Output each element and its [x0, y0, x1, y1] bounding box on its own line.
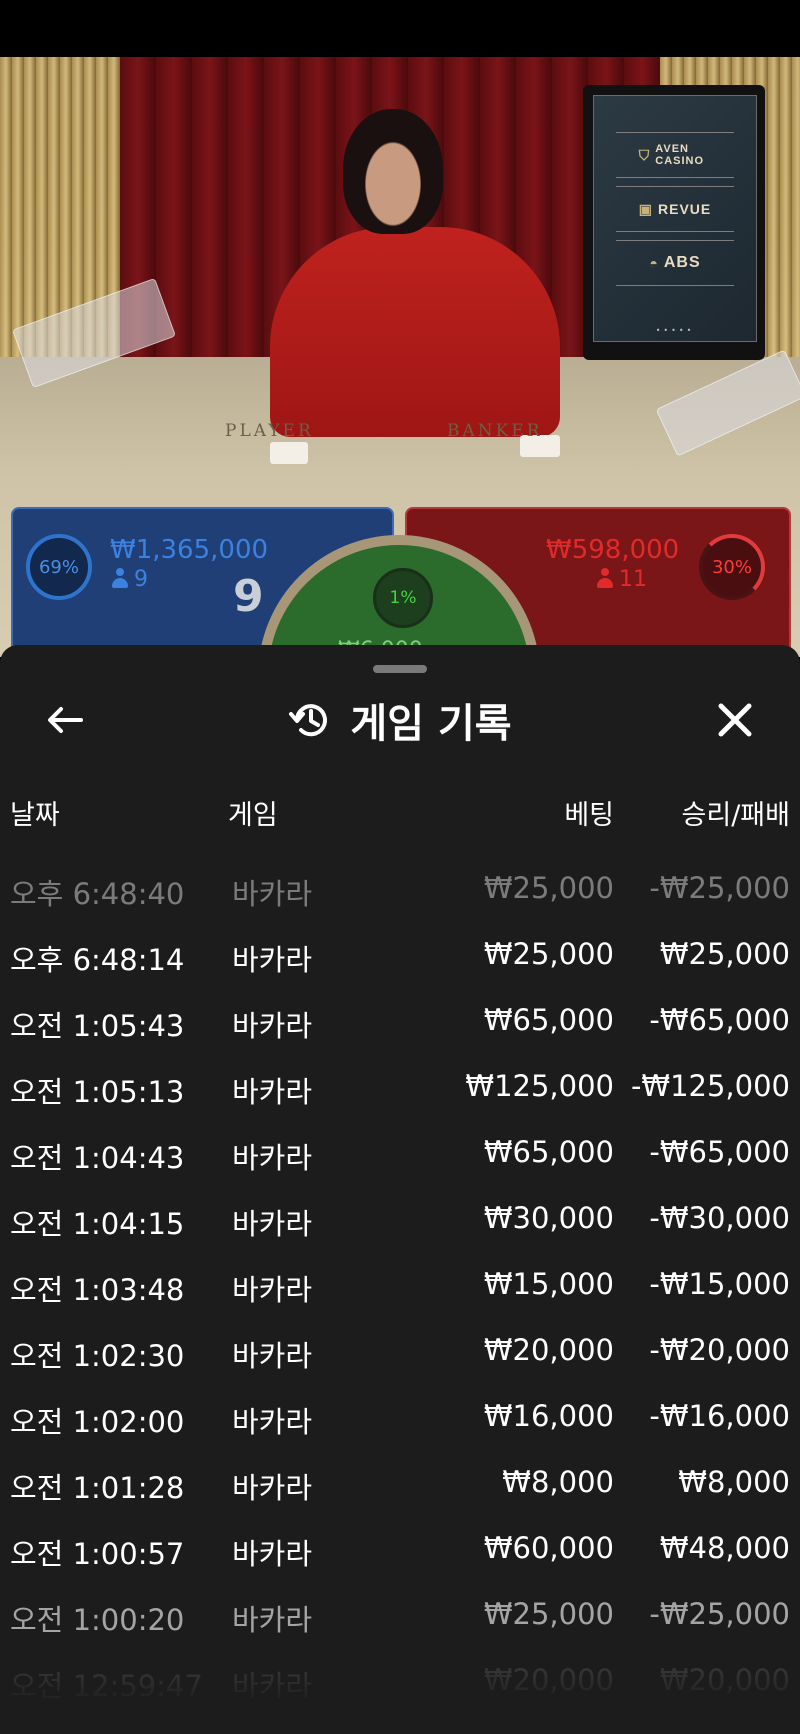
row-bet: ₩65,000: [483, 1135, 614, 1169]
row-bet: ₩8,000: [502, 1465, 614, 1499]
row-bet: ₩25,000: [483, 1597, 614, 1631]
close-icon: [718, 703, 752, 737]
close-button[interactable]: [710, 695, 760, 745]
row-bet: ₩60,000: [483, 1531, 614, 1565]
table-row[interactable]: 오전 1:05:13 바카라 ₩125,000 -₩125,000: [0, 1069, 800, 1135]
history-icon: [289, 704, 328, 737]
table-row[interactable]: 오전 1:05:43 바카라 ₩65,000 -₩65,000: [0, 1003, 800, 1069]
column-header-winloss[interactable]: 승리/패배: [682, 793, 790, 832]
row-winloss: -₩30,000: [649, 1201, 790, 1235]
row-winloss: -₩65,000: [649, 1135, 790, 1169]
table-row[interactable]: 오전 1:02:00 바카라 ₩16,000 -₩16,000: [0, 1399, 800, 1465]
row-game: 바카라: [232, 1273, 313, 1307]
table-row[interactable]: 오후 6:48:40 바카라 ₩25,000 -₩25,000: [0, 871, 800, 937]
abs-logo-icon: ◓: [649, 255, 658, 271]
row-bet: ₩25,000: [483, 937, 614, 971]
carousel-dots: •••••: [655, 326, 695, 335]
row-game: 바카라: [232, 1075, 313, 1109]
row-date: 오후 6:48:40: [10, 877, 185, 911]
status-bar: [0, 0, 800, 57]
row-winloss: -₩25,000: [649, 871, 790, 905]
row-date: 오전 1:00:20: [10, 1603, 185, 1637]
row-winloss: ₩25,000: [659, 937, 790, 971]
row-winloss: -₩15,000: [649, 1267, 790, 1301]
row-date: 오전 1:03:48: [10, 1273, 185, 1307]
player-percent: 69%: [38, 556, 79, 578]
list-fade: [0, 1635, 800, 1734]
row-winloss: -₩125,000: [630, 1069, 790, 1103]
row-bet: ₩125,000: [465, 1069, 614, 1103]
row-winloss: ₩8,000: [678, 1465, 790, 1499]
row-date: 오전 1:04:15: [10, 1207, 185, 1241]
row-winloss: -₩25,000: [649, 1597, 790, 1631]
row-game: 바카라: [232, 1405, 313, 1439]
felt-label-banker: BANKER: [447, 421, 543, 441]
tie-percent: 1%: [389, 588, 417, 608]
person-icon: [597, 568, 613, 588]
row-winloss: -₩65,000: [649, 1003, 790, 1037]
row-date: 오후 6:48:14: [10, 943, 185, 977]
row-winloss: -₩16,000: [649, 1399, 790, 1433]
row-game: 바카라: [232, 1603, 313, 1637]
row-game: 바카라: [232, 943, 313, 977]
table-row[interactable]: 오전 1:01:28 바카라 ₩8,000 ₩8,000: [0, 1465, 800, 1531]
table-row[interactable]: 오후 6:48:14 바카라 ₩25,000 ₩25,000: [0, 937, 800, 1003]
column-header-game[interactable]: 게임: [228, 793, 278, 832]
felt-label-player: PLAYER: [225, 421, 314, 441]
person-icon: [112, 568, 128, 588]
row-date: 오전 1:04:43: [10, 1141, 185, 1175]
player-score: 9: [233, 571, 264, 622]
page-title: 게임 기록: [350, 701, 512, 747]
sheet-drag-handle[interactable]: [373, 665, 427, 673]
shield-icon: ⛉: [638, 146, 650, 163]
tie-percent-ring: 1%: [373, 568, 433, 628]
row-bet: ₩20,000: [483, 1333, 614, 1367]
row-bet: ₩15,000: [483, 1267, 614, 1301]
sheet-header: 게임 기록: [0, 693, 800, 747]
banker-percent-ring: 30%: [699, 534, 765, 600]
banker-percent: 30%: [711, 556, 752, 578]
row-game: 바카라: [232, 877, 313, 911]
sponsor-aven: ⛉ AVEN CASINO: [616, 132, 734, 178]
column-header-bet[interactable]: 베팅: [564, 793, 614, 832]
row-game: 바카라: [232, 1471, 313, 1505]
player-total-amount: ₩1,365,000: [110, 535, 269, 565]
row-bet: ₩25,000: [483, 871, 614, 905]
row-game: 바카라: [232, 1009, 313, 1043]
revue-logo-icon: ▣: [638, 200, 652, 217]
row-date: 오전 1:01:28: [10, 1471, 185, 1505]
row-bet: ₩65,000: [483, 1003, 614, 1037]
row-game: 바카라: [232, 1339, 313, 1373]
table-row[interactable]: 오전 1:04:43 바카라 ₩65,000 -₩65,000: [0, 1135, 800, 1201]
sponsor-abs: ◓ ABS: [616, 240, 734, 286]
row-winloss: ₩48,000: [659, 1531, 790, 1565]
sponsor-monitor: ⛉ AVEN CASINO ▣ REVUE ◓ ABS •••••: [583, 85, 765, 360]
row-date: 오전 1:05:13: [10, 1075, 185, 1109]
player-bettor-count: 9: [112, 567, 148, 592]
player-percent-ring: 69%: [26, 534, 92, 600]
table-row[interactable]: 오전 1:00:57 바카라 ₩60,000 ₩48,000: [0, 1531, 800, 1597]
column-header-date[interactable]: 날짜: [10, 793, 60, 832]
row-game: 바카라: [232, 1537, 313, 1571]
table-row[interactable]: 오전 1:02:30 바카라 ₩20,000 -₩20,000: [0, 1333, 800, 1399]
dealer-body: [270, 227, 560, 437]
sponsor-revue: ▣ REVUE: [616, 186, 734, 232]
row-bet: ₩16,000: [483, 1399, 614, 1433]
row-date: 오전 1:02:00: [10, 1405, 185, 1439]
banker-bettor-count: 11: [597, 567, 647, 592]
row-game: 바카라: [232, 1207, 313, 1241]
row-winloss: -₩20,000: [649, 1333, 790, 1367]
game-history-sheet: 게임 기록 날짜 게임 베팅 승리/패배 오후 6:48:40 바카라 ₩25,00…: [0, 645, 800, 1734]
row-date: 오전 1:02:30: [10, 1339, 185, 1373]
row-game: 바카라: [232, 1141, 313, 1175]
table-row[interactable]: 오전 1:03:48 바카라 ₩15,000 -₩15,000: [0, 1267, 800, 1333]
table-row[interactable]: 오전 1:04:15 바카라 ₩30,000 -₩30,000: [0, 1201, 800, 1267]
row-date: 오전 1:00:57: [10, 1537, 185, 1571]
row-bet: ₩30,000: [483, 1201, 614, 1235]
dealer-head: [343, 109, 443, 234]
banker-total-amount: ₩598,000: [546, 535, 680, 565]
row-date: 오전 1:05:43: [10, 1009, 185, 1043]
card-player: [270, 442, 308, 464]
